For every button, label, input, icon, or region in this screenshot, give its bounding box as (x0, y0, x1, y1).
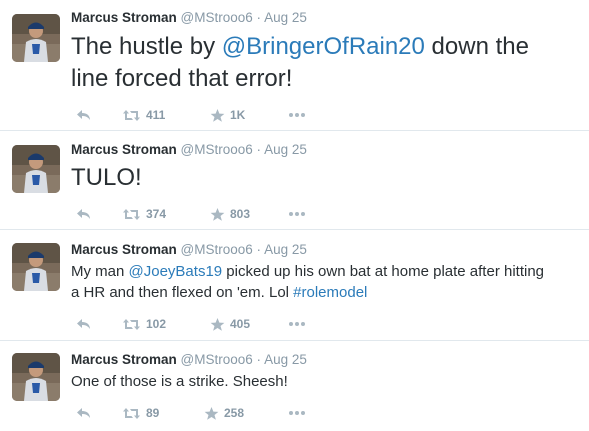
separator: · (256, 242, 262, 257)
reply-icon (77, 319, 90, 329)
retweet-count: 411 (146, 108, 166, 122)
more-icon (289, 113, 305, 117)
star-icon (210, 207, 225, 221)
reply-button[interactable] (76, 404, 92, 422)
tweet[interactable]: Marcus Stroman @MStrooo6 · Aug 25 One of… (0, 341, 589, 431)
like-count: 405 (230, 317, 251, 331)
hashtag-link[interactable]: #rolemodel (293, 284, 367, 301)
tweet-date[interactable]: Aug 25 (264, 242, 307, 257)
text-segment: TULO! (71, 164, 142, 191)
author-handle[interactable]: @MStrooo6 (181, 142, 253, 157)
avatar[interactable] (12, 145, 60, 193)
reply-button[interactable] (76, 315, 92, 333)
tweet-text: The hustle by @BringerOfRain20 down the … (71, 31, 571, 95)
avatar-photo (12, 145, 60, 193)
reply-icon (77, 408, 90, 418)
avatar-photo (12, 353, 60, 401)
avatar-photo (12, 14, 60, 62)
more-button[interactable] (288, 315, 306, 333)
more-icon (289, 212, 305, 216)
like-button[interactable]: 1K (210, 106, 245, 124)
tweet-text: TULO! (71, 162, 142, 194)
like-button[interactable]: 405 (210, 315, 250, 333)
author-name[interactable]: Marcus Stroman (71, 142, 177, 157)
more-button[interactable] (288, 404, 306, 422)
star-icon (204, 406, 219, 420)
star-icon (210, 108, 225, 122)
retweet-count: 374 (146, 207, 167, 221)
mention-link[interactable]: @BringerOfRain20 (222, 33, 425, 60)
mention-link[interactable]: @JoeyBats19 (129, 263, 223, 280)
separator: · (256, 10, 262, 25)
tweet-actions: 89 258 (76, 404, 336, 422)
tweet-actions: 374 803 (76, 205, 336, 223)
more-icon (289, 411, 305, 415)
author-name[interactable]: Marcus Stroman (71, 352, 177, 367)
reply-button[interactable] (76, 106, 92, 124)
author-name[interactable]: Marcus Stroman (71, 10, 177, 25)
tweet-actions: 411 1K (76, 106, 336, 124)
retweet-button[interactable]: 411 (122, 106, 165, 124)
text-segment: The hustle by (71, 33, 222, 60)
avatar[interactable] (12, 243, 60, 291)
reply-icon (77, 209, 90, 219)
tweet-header: Marcus Stroman @MStrooo6 · Aug 25 (71, 142, 307, 158)
tweet-header: Marcus Stroman @MStrooo6 · Aug 25 (71, 10, 307, 26)
star-icon (210, 317, 225, 331)
tweet-date[interactable]: Aug 25 (264, 10, 307, 25)
tweet-header: Marcus Stroman @MStrooo6 · Aug 25 (71, 352, 307, 368)
separator: · (256, 142, 262, 157)
avatar[interactable] (12, 14, 60, 62)
tweet[interactable]: Marcus Stroman @MStrooo6 · Aug 25 The hu… (0, 0, 589, 131)
avatar-photo (12, 243, 60, 291)
retweet-button[interactable]: 102 (122, 315, 166, 333)
text-segment: My man (71, 263, 129, 280)
tweet-actions: 102 405 (76, 315, 336, 333)
author-handle[interactable]: @MStrooo6 (181, 10, 253, 25)
like-count: 803 (230, 207, 251, 221)
more-icon (289, 322, 305, 326)
tweet-header: Marcus Stroman @MStrooo6 · Aug 25 (71, 242, 307, 258)
retweet-icon (123, 109, 140, 121)
author-name[interactable]: Marcus Stroman (71, 242, 177, 257)
retweet-icon (123, 407, 140, 419)
tweet-feed: Marcus Stroman @MStrooo6 · Aug 25 The hu… (0, 0, 589, 431)
retweet-count: 102 (146, 317, 167, 331)
tweet-text: One of those is a strike. Sheesh! (71, 371, 288, 392)
author-handle[interactable]: @MStrooo6 (181, 352, 253, 367)
reply-icon (77, 110, 90, 120)
tweet[interactable]: Marcus Stroman @MStrooo6 · Aug 25 TULO! … (0, 131, 589, 230)
like-button[interactable]: 803 (210, 205, 250, 223)
retweet-icon (123, 318, 140, 330)
reply-button[interactable] (76, 205, 92, 223)
retweet-icon (123, 208, 140, 220)
tweet[interactable]: Marcus Stroman @MStrooo6 · Aug 25 My man… (0, 230, 589, 341)
more-button[interactable] (288, 205, 306, 223)
author-handle[interactable]: @MStrooo6 (181, 242, 253, 257)
like-button[interactable]: 258 (204, 404, 244, 422)
like-count: 258 (224, 406, 245, 420)
tweet-date[interactable]: Aug 25 (264, 142, 307, 157)
tweet-date[interactable]: Aug 25 (264, 352, 307, 367)
separator: · (256, 352, 262, 367)
retweet-button[interactable]: 89 (122, 404, 159, 422)
retweet-button[interactable]: 374 (122, 205, 166, 223)
tweet-text: My man @JoeyBats19 picked up his own bat… (71, 261, 551, 303)
more-button[interactable] (288, 106, 306, 124)
like-count: 1K (230, 108, 246, 122)
retweet-count: 89 (146, 406, 160, 420)
avatar[interactable] (12, 353, 60, 401)
text-segment: One of those is a strike. Sheesh! (71, 373, 288, 390)
